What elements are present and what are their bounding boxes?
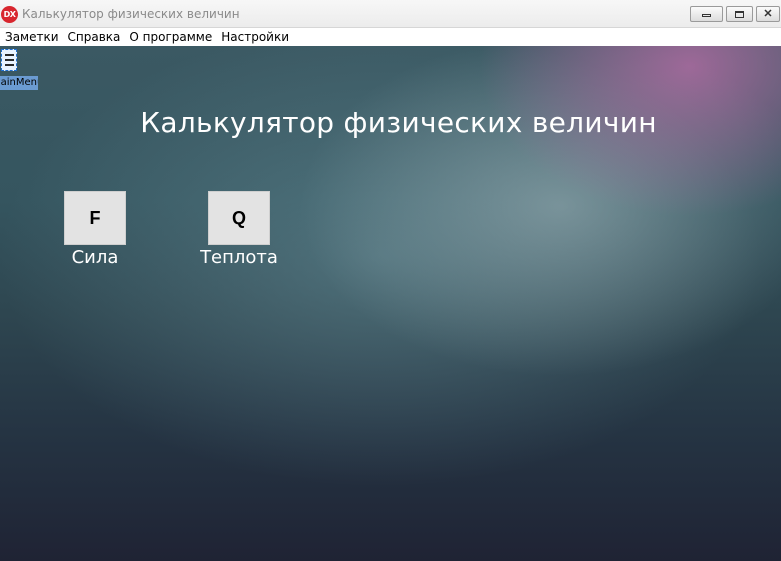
menu-component-icon: [1, 49, 17, 71]
heat-tile-label: Теплота: [200, 247, 278, 268]
main-menu-component[interactable]: MainMenu: [0, 46, 38, 90]
main-panel: Калькулятор физических величин F Сила Q …: [0, 46, 781, 561]
menu-item-help[interactable]: Справка: [63, 28, 125, 46]
maximize-icon: [735, 10, 744, 18]
heat-tile-button[interactable]: Q: [208, 191, 270, 245]
component-label: MainMenu: [0, 76, 38, 90]
minimize-button[interactable]: [690, 6, 723, 22]
title-bar: DX Калькулятор физических величин ✕: [0, 0, 781, 28]
window-title: Калькулятор физических величин: [22, 7, 240, 21]
page-title: Калькулятор физических величин: [140, 106, 657, 139]
menu-bar: Заметки Справка О программе Настройки: [0, 28, 781, 46]
maximize-button[interactable]: [726, 6, 753, 22]
force-tile-label: Сила: [71, 247, 119, 268]
menu-item-notes[interactable]: Заметки: [0, 28, 63, 46]
menu-item-settings[interactable]: Настройки: [216, 28, 293, 46]
force-tile-button[interactable]: F: [64, 191, 126, 245]
close-icon: ✕: [763, 8, 773, 20]
menu-item-about[interactable]: О программе: [124, 28, 216, 46]
close-button[interactable]: ✕: [756, 6, 780, 22]
minimize-icon: [702, 14, 711, 17]
app-logo-icon: DX: [1, 6, 18, 23]
